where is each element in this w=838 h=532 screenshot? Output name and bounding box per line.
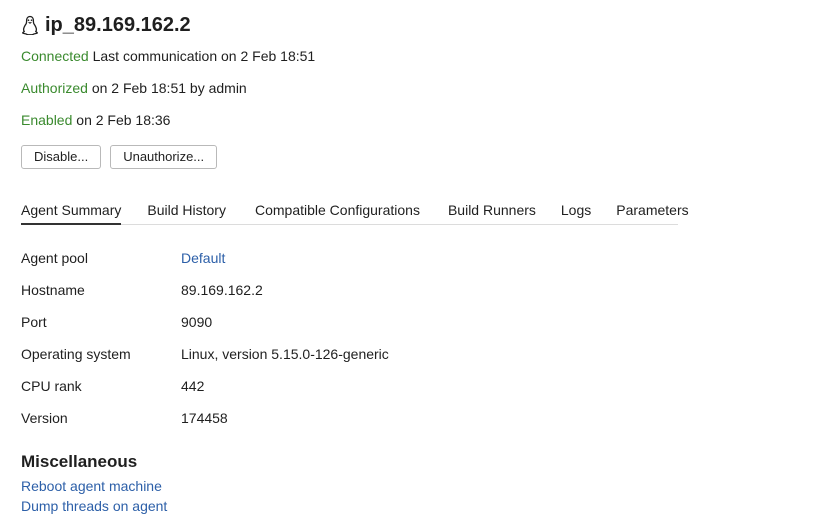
page-title: ip_89.169.162.2 [45,13,191,36]
tab-compatible-configurations[interactable]: Compatible Configurations [255,196,420,224]
last-communication-text: Last communication on 2 Feb 18:51 [88,48,316,64]
hostname-value: 89.169.162.2 [181,282,263,298]
agent-pool-label: Agent pool [21,250,88,266]
tab-agent-summary[interactable]: Agent Summary [21,196,122,225]
tab-parameters[interactable]: Parameters [616,196,688,224]
authorized-detail-text: on 2 Feb 18:51 by admin [87,80,247,96]
port-value: 9090 [181,314,213,330]
agent-tabs: Agent Summary Build History Compatible C… [21,196,689,225]
os-value: Linux, version 5.15.0-126-generic [181,346,389,362]
linux-penguin-icon [21,15,39,36]
page-header: ip_89.169.162.2 [21,12,191,38]
connected-status-badge: Connected [21,48,89,64]
agent-actions: Disable... Unauthorize... [21,145,226,169]
tab-build-history[interactable]: Build History [147,196,226,224]
unauthorize-button[interactable]: Unauthorize... [110,145,218,169]
hostname-label: Hostname [21,282,85,298]
authorized-status-badge: Authorized [21,80,88,96]
version-label: Version [21,410,68,426]
reboot-agent-link[interactable]: Reboot agent machine [21,477,162,495]
agent-summary-table: Agent pool Default Hostname 89.169.162.2… [21,248,389,440]
enabled-status-badge: Enabled [21,112,73,128]
authorization-status: Authorized on 2 Feb 18:51 by admin [21,79,247,97]
connection-status: Connected Last communication on 2 Feb 18… [21,47,315,65]
port-row: Port 9090 [21,312,389,344]
version-value: 174458 [181,410,228,426]
port-label: Port [21,314,47,330]
enabled-status: Enabled on 2 Feb 18:36 [21,111,170,129]
miscellaneous-heading: Miscellaneous [21,452,138,471]
cpu-rank-row: CPU rank 442 [21,376,389,408]
agent-pool-row: Agent pool Default [21,248,389,280]
disable-button[interactable]: Disable... [21,145,102,169]
os-label: Operating system [21,346,131,362]
version-row: Version 174458 [21,408,389,440]
hostname-row: Hostname 89.169.162.2 [21,280,389,312]
enabled-detail-text: on 2 Feb 18:36 [72,112,171,128]
cpu-rank-label: CPU rank [21,378,82,394]
tab-logs[interactable]: Logs [561,196,591,224]
dump-threads-link[interactable]: Dump threads on agent [21,497,167,515]
os-row: Operating system Linux, version 5.15.0-1… [21,344,389,376]
tab-build-runners[interactable]: Build Runners [448,196,536,224]
agent-pool-link[interactable]: Default [181,248,225,268]
cpu-rank-value: 442 [181,378,205,394]
